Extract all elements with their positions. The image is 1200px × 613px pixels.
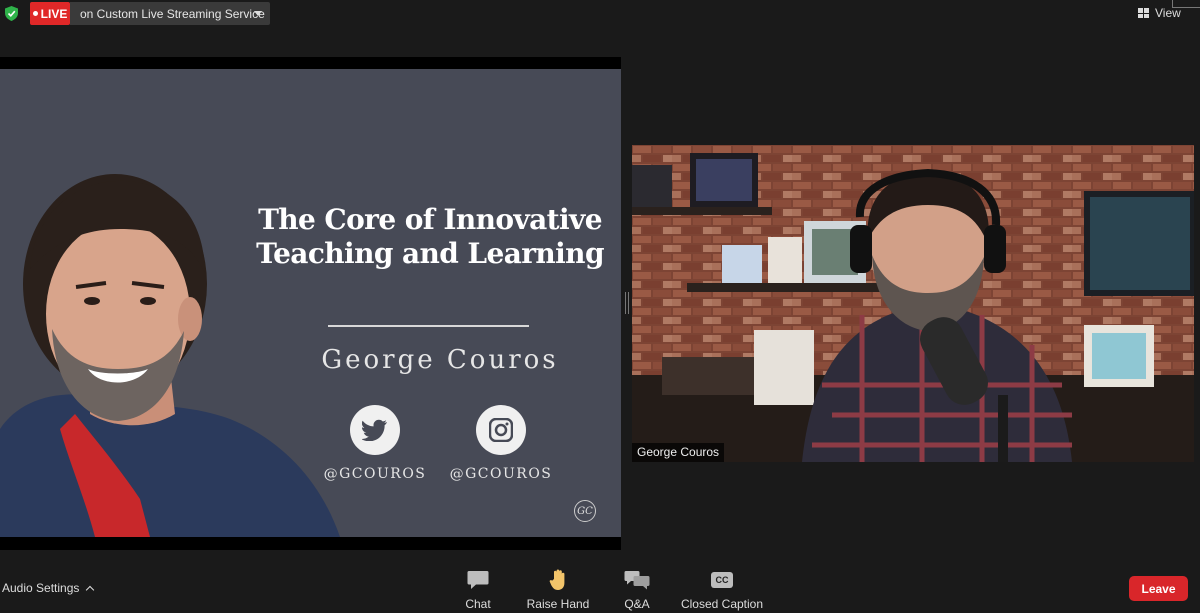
audio-settings-label: Audio Settings [2,581,80,595]
cc-badge-text: CC [715,575,729,585]
instagram-icon [476,405,526,455]
live-dot-icon [32,11,38,16]
live-label: LIVE [40,6,68,21]
grid-view-icon [1138,8,1149,18]
twitter-icon [350,405,400,455]
closed-caption-icon: CC [711,572,733,588]
presentation-slide: The Core of Innovative Teaching and Lear… [0,69,621,537]
closed-caption-label: Closed Caption [680,597,764,611]
live-badge[interactable]: LIVE [30,2,70,25]
qa-button[interactable]: Q&A [618,568,656,611]
presenter-photo [0,174,340,537]
chat-label: Chat [465,597,491,611]
streaming-service-dropdown[interactable]: on Custom Live Streaming Service [70,2,270,25]
closed-caption-button[interactable]: CC Closed Caption [680,568,764,611]
slide-divider [328,325,529,327]
encryption-shield-icon[interactable] [5,6,18,21]
qa-label: Q&A [624,597,650,611]
leave-button[interactable]: Leave [1129,576,1188,601]
split-view-handle[interactable] [624,292,630,314]
raise-hand-button[interactable]: Raise Hand [524,568,592,611]
window-corner-control[interactable] [1172,0,1200,8]
caret-down-icon [254,11,262,16]
participant-video[interactable] [632,145,1194,462]
participant-video-feed [632,145,1194,462]
slide-title-line-2: Teaching and Learning [256,237,604,270]
audio-settings-button[interactable]: Audio Settings [2,581,95,595]
slide-title-line-1: The Core of Innovative [258,203,602,236]
top-bar: LIVE on Custom Live Streaming Service Vi… [0,0,1200,28]
chevron-up-icon [86,585,95,594]
chat-button[interactable]: Chat [458,568,498,611]
shared-screen: The Core of Innovative Teaching and Lear… [0,57,621,550]
chat-icon [467,571,489,589]
instagram-handle: @GCOUROS [449,466,553,482]
raise-hand-icon [549,569,565,590]
bottom-toolbar: Audio Settings Chat Raise Hand Q&A CC Cl… [0,560,1200,613]
twitter-handle: @GCOUROS [323,466,427,482]
raise-hand-label: Raise Hand [526,597,590,611]
streaming-service-label: on Custom Live Streaming Service [80,6,265,21]
participant-name-label: George Couros [632,443,725,462]
view-label: View [1155,6,1181,20]
qa-icon [624,571,650,590]
gc-logo: GC [574,500,596,522]
slide-presenter-name: George Couros [321,345,559,375]
leave-label: Leave [1141,581,1176,596]
slide-title: The Core of Innovative Teaching and Lear… [250,203,610,271]
